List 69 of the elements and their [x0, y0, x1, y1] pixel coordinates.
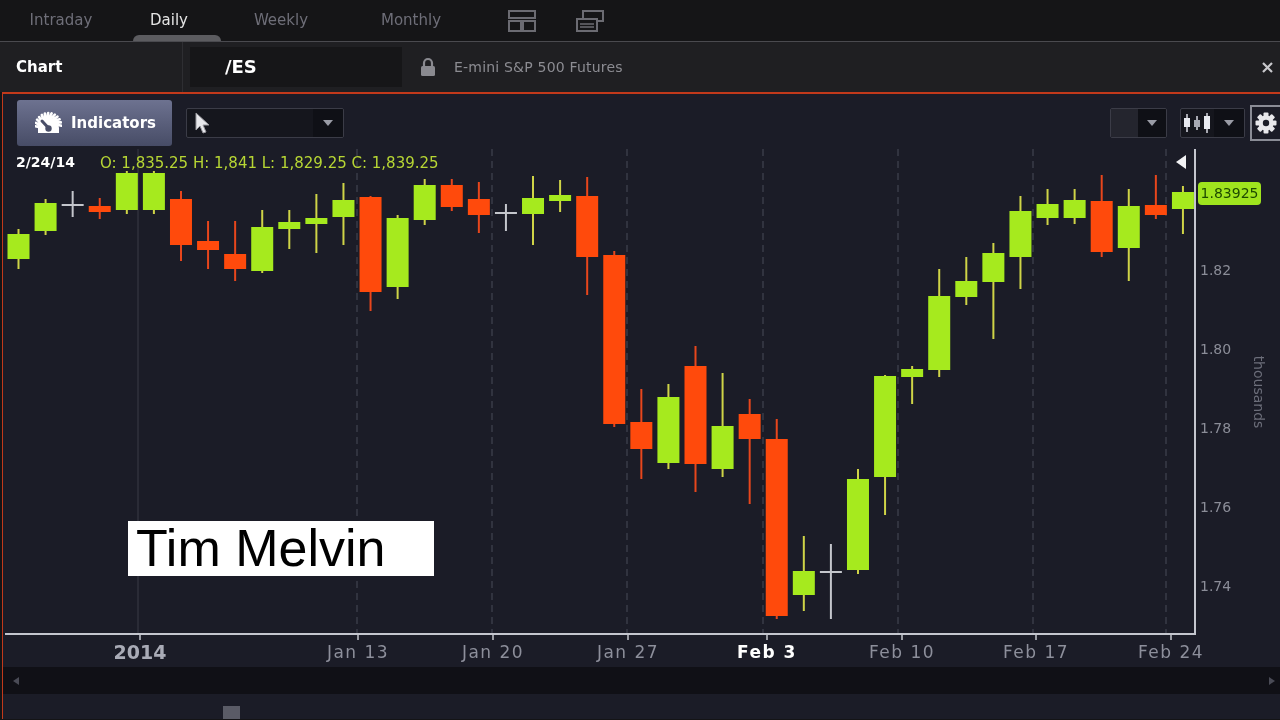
x-axis-label: Feb 10 [868, 642, 936, 662]
y-axis-label: 1.80 [1200, 341, 1232, 357]
caret-icon [323, 120, 333, 126]
x-axis-label: Jan 13 [326, 642, 390, 662]
scroll-left-icon[interactable] [13, 676, 19, 685]
y-axis-label: 1.78 [1200, 420, 1232, 436]
x-axis-label: Jan 20 [461, 642, 525, 662]
handle-icon[interactable] [223, 706, 240, 719]
timeframe-tab[interactable]: Weekly [221, 0, 341, 41]
caret-icon [1224, 120, 1234, 126]
pointer-icon [195, 112, 211, 134]
x-axis-label: 2014 [113, 640, 167, 663]
rising-candlestick [115, 170, 138, 215]
falling-candlestick [1144, 174, 1167, 220]
rising-candlestick [1036, 188, 1059, 226]
rising-candlestick [522, 175, 544, 246]
settings-button[interactable] [1250, 105, 1280, 141]
rising-candlestick [1063, 188, 1086, 225]
tool-dropdown[interactable] [186, 108, 344, 138]
timeframe-tab[interactable]: Monthly [341, 0, 481, 41]
instrument-description: E-mini S&P 500 Futures [454, 57, 623, 77]
rising-candlestick [142, 170, 165, 215]
candlestick-icon [1183, 112, 1211, 134]
rising-candlestick [955, 256, 978, 306]
layout-grid-icon[interactable] [508, 9, 536, 32]
x-axis-label: Jan 27 [596, 642, 660, 662]
settings-icon [1255, 112, 1277, 134]
chart-type-dropdown[interactable] [1180, 108, 1245, 138]
ohlc-readout: O: 1,835.25 H: 1,841 L: 1,829.25 C: 1,839.25 [100, 153, 439, 172]
rising-candlestick [305, 193, 328, 254]
x-axis-label: Feb 24 [1137, 642, 1205, 662]
triangle-left-icon[interactable] [1176, 155, 1186, 169]
indicators-button[interactable]: Indicators [17, 100, 172, 146]
rising-candlestick [901, 365, 924, 405]
y-axis-label: 1.76 [1200, 499, 1232, 515]
doji-candlestick [494, 203, 517, 232]
y-axis-label: 1.74 [1200, 578, 1232, 594]
close-icon[interactable] [1262, 61, 1273, 73]
falling-candlestick [88, 197, 111, 220]
falling-candlestick [440, 178, 463, 212]
gauge-icon [35, 111, 62, 135]
panel-title: Chart [16, 56, 63, 78]
y-axis-label: 1.82 [1200, 262, 1232, 278]
rising-candlestick [34, 198, 57, 236]
axis-unit-label: thousands [1251, 355, 1267, 429]
falling-candlestick [224, 220, 247, 282]
rising-candlestick [251, 209, 274, 274]
scroll-right-icon[interactable] [1269, 676, 1275, 685]
overlapping-windows-icon[interactable] [576, 9, 604, 32]
bar-date: 2/24/14 [16, 154, 75, 170]
rising-candlestick [549, 179, 572, 213]
x-axis-label: Feb 3 [737, 642, 797, 662]
falling-candlestick [170, 190, 192, 262]
doji-candlestick [61, 190, 84, 218]
symbol-field[interactable]: /ES [190, 47, 402, 87]
falling-candlestick [467, 181, 490, 234]
rising-candlestick [278, 209, 301, 250]
x-axis-label: Feb 17 [1002, 642, 1070, 662]
timeframe-tab[interactable]: Daily [117, 0, 221, 41]
caret-icon [1146, 120, 1157, 126]
rising-candlestick [413, 178, 436, 226]
falling-candlestick [197, 220, 220, 270]
rising-candlestick [332, 182, 355, 246]
timeframe-tab[interactable]: Intraday [5, 0, 117, 41]
last-price-tag: 1.83925 [1198, 182, 1261, 205]
lock-icon [420, 57, 436, 77]
rising-candlestick [1171, 185, 1194, 235]
rising-candlestick [7, 228, 30, 270]
name-caption: Tim Melvin [128, 521, 434, 576]
